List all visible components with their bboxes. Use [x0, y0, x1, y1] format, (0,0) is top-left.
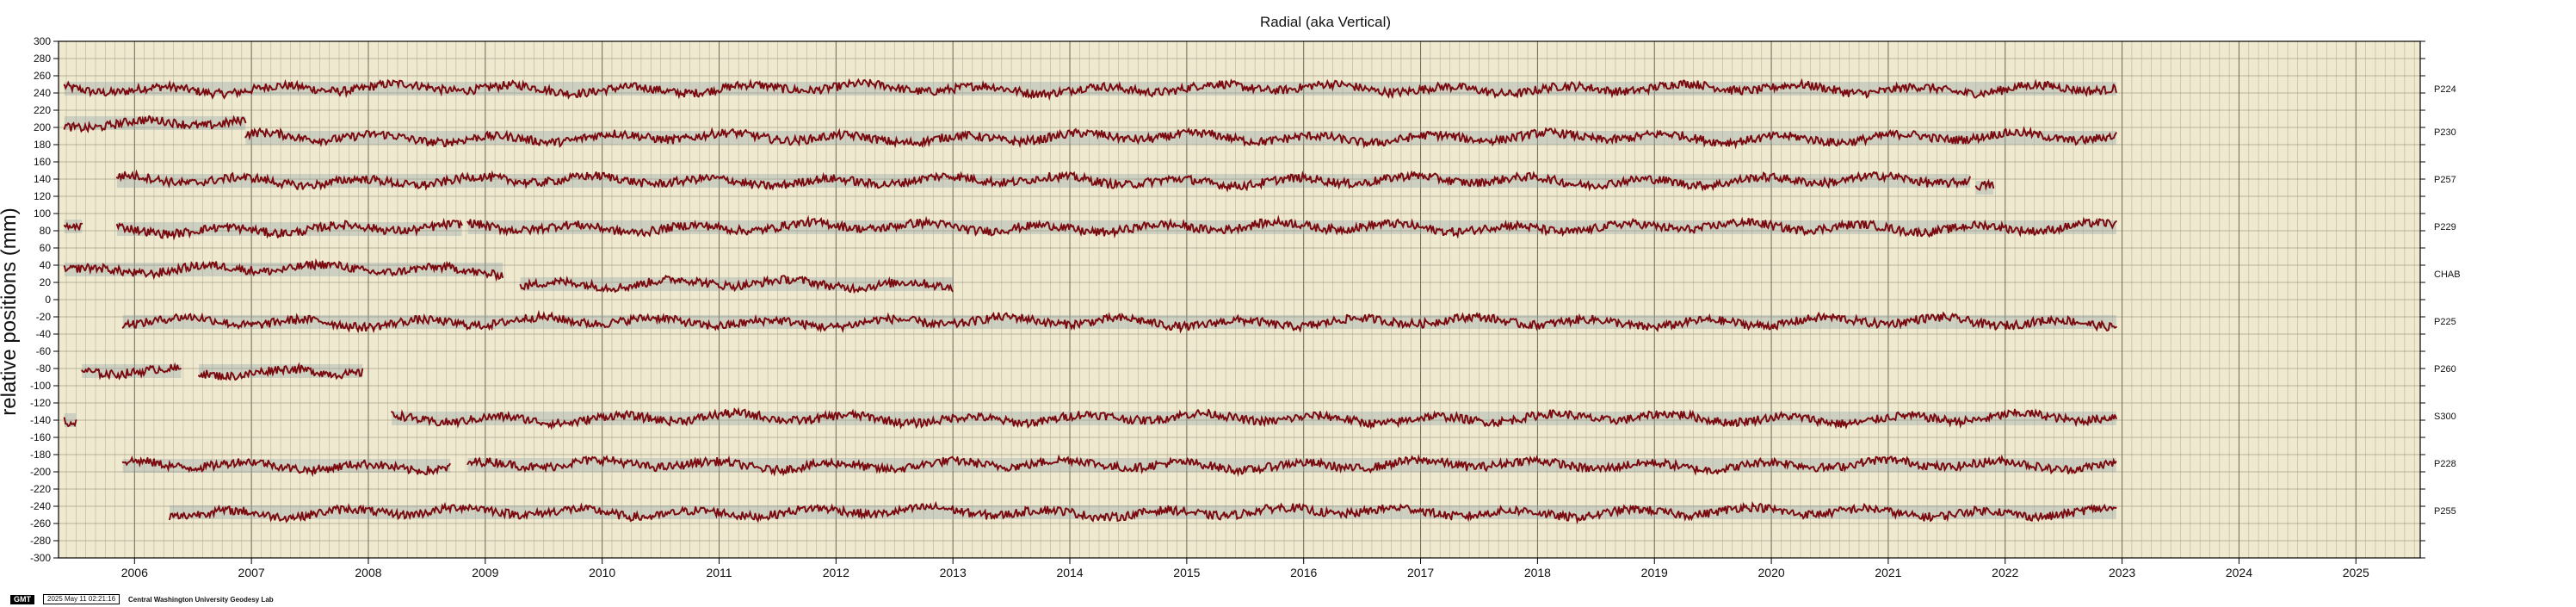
chart-title: Radial (aka Vertical)	[1260, 14, 1391, 30]
y-tick-label: 20	[40, 276, 52, 288]
series-label-p255: P255	[2434, 506, 2456, 517]
x-tick-label: 2008	[355, 566, 381, 579]
series-label-chab: CHAB	[2434, 269, 2461, 280]
chart: Radial (aka Vertical) relative positions…	[0, 14, 2461, 579]
y-tick-label: 0	[45, 294, 51, 306]
x-tick-label: 2020	[1758, 566, 1785, 579]
y-tick-label: 180	[34, 139, 51, 151]
x-tick-label: 2010	[589, 566, 615, 579]
y-tick-label: 220	[34, 104, 51, 116]
x-tick-label: 2012	[823, 566, 849, 579]
x-tick-label: 2022	[1992, 566, 2018, 579]
y-tick-label: 140	[34, 173, 51, 185]
footer: GMT 2025 May 11 02:21:16 Central Washing…	[10, 594, 274, 604]
y-tick-label: -100	[30, 380, 51, 392]
y-tick-label: 40	[40, 259, 52, 271]
y-tick-label: -300	[30, 552, 51, 564]
timestamp: 2025 May 11 02:21:16	[43, 594, 120, 604]
y-tick-label: -220	[30, 483, 51, 495]
y-tick-label: -20	[36, 311, 52, 323]
x-tick-label: 2019	[1641, 566, 1668, 579]
y-tick-label: -180	[30, 449, 51, 461]
y-tick-label: 200	[34, 121, 51, 133]
x-tick-label: 2015	[1173, 566, 1200, 579]
y-tick-label: 120	[34, 190, 51, 202]
x-tick-label: 2023	[2109, 566, 2135, 579]
series-label-p230: P230	[2434, 127, 2456, 138]
series-label-p224: P224	[2434, 84, 2456, 95]
y-tick-label: 260	[34, 70, 51, 82]
x-tick-label: 2009	[472, 566, 498, 579]
y-tick-label: 80	[40, 225, 52, 237]
x-tick-label: 2017	[1407, 566, 1434, 579]
x-tick-label: 2013	[940, 566, 967, 579]
series-p224	[63, 77, 2117, 102]
x-tick-label: 2016	[1290, 566, 1317, 579]
x-tick-label: 2006	[121, 566, 148, 579]
plot-area: 3002802602402202001801601401201008060402…	[30, 35, 2461, 579]
y-tick-label: 300	[34, 35, 51, 47]
series-p255	[169, 500, 2117, 525]
series-label-p228: P228	[2434, 459, 2456, 469]
y-tick-label: -140	[30, 414, 51, 426]
x-tick-label: 2014	[1056, 566, 1083, 579]
series-p260	[81, 362, 364, 381]
y-tick-label: -200	[30, 466, 51, 478]
x-tick-label: 2024	[2226, 566, 2252, 579]
y-tick-label: 240	[34, 87, 51, 99]
y-tick-label: -260	[30, 517, 51, 530]
series-label-p257: P257	[2434, 175, 2456, 185]
gmt-logo: GMT	[10, 594, 34, 604]
y-tick-label: 160	[34, 156, 51, 168]
x-tick-label: 2018	[1524, 566, 1551, 579]
y-tick-label: 280	[34, 53, 51, 65]
series-label-p229: P229	[2434, 222, 2456, 232]
y-tick-label: -40	[36, 328, 52, 340]
y-tick-label: -120	[30, 397, 51, 409]
y-tick-label: -60	[36, 345, 52, 357]
series-label-p260: P260	[2434, 364, 2456, 375]
series-label-s300: S300	[2434, 412, 2456, 422]
x-tick-label: 2011	[706, 566, 732, 579]
x-tick-label: 2025	[2343, 566, 2369, 579]
y-tick-label: 100	[34, 207, 51, 220]
series-p228	[121, 454, 2117, 478]
y-tick-label: -240	[30, 500, 51, 512]
x-tick-label: 2021	[1875, 566, 1901, 579]
y-tick-label: -80	[36, 362, 52, 375]
y-tick-label: 60	[40, 242, 52, 254]
y-tick-label: -280	[30, 535, 51, 547]
series-p225	[121, 309, 2117, 335]
x-tick-label: 2007	[238, 566, 265, 579]
credit: Central Washington University Geodesy La…	[128, 595, 274, 604]
y-axis-label: relative positions (mm)	[0, 207, 21, 415]
y-tick-label: -160	[30, 431, 51, 443]
series-label-p225: P225	[2434, 317, 2456, 327]
